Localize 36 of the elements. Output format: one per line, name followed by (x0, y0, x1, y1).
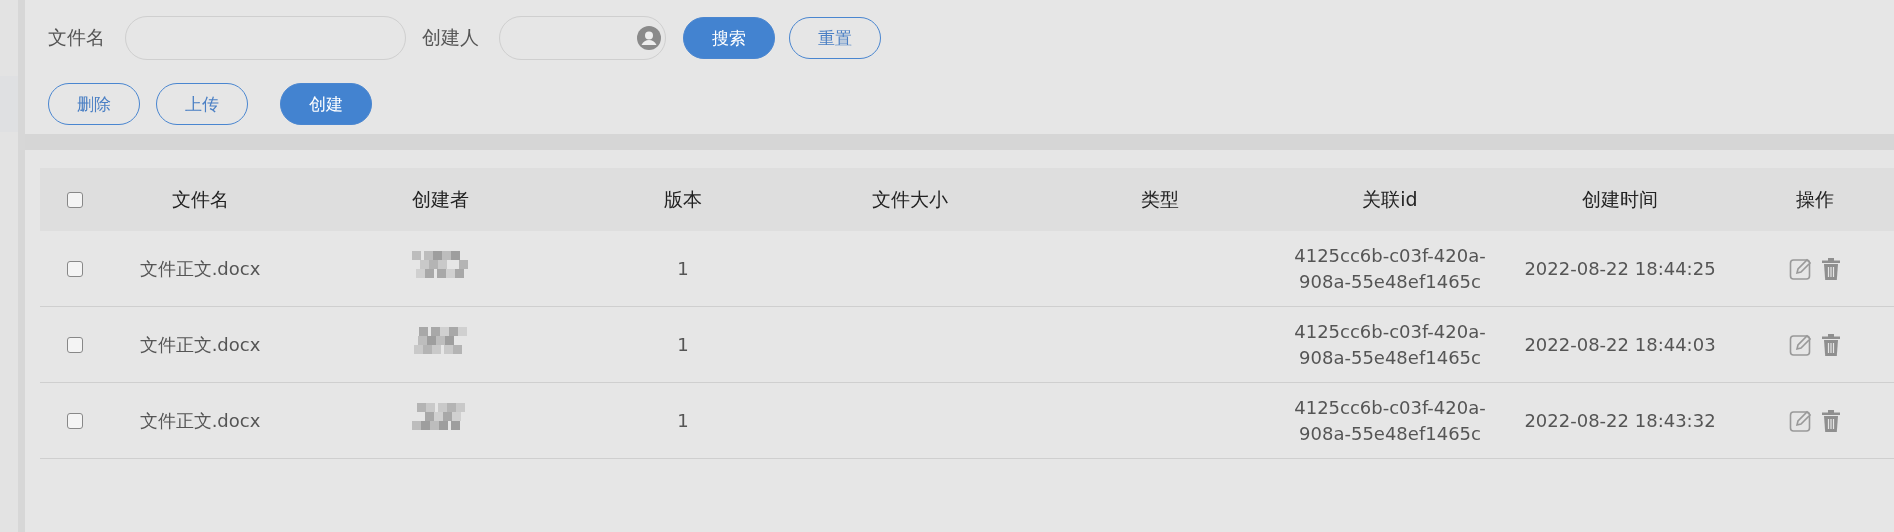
search-button[interactable]: 搜索 (683, 17, 775, 59)
table-cell: 4125cc6b-c03f-420a-908a-55e48ef1465c (1294, 396, 1486, 444)
column-header: 创建者 (411, 187, 469, 210)
table-cell: 文件正文.docx (139, 409, 261, 431)
trash-icon[interactable] (1821, 332, 1841, 357)
select-all-checkbox[interactable] (67, 191, 83, 208)
column-header: 文件名 (171, 187, 229, 210)
row-checkbox[interactable] (67, 336, 83, 353)
column-header: 创建时间 (1582, 187, 1658, 210)
trash-icon[interactable] (1821, 256, 1841, 281)
table-cell: 4125cc6b-c03f-420a-908a-55e48ef1465c (1294, 320, 1486, 368)
table-cell: 2022-08-22 18:44:03 (1524, 333, 1716, 355)
create-button[interactable]: 创建 (280, 83, 372, 125)
edit-icon[interactable] (1789, 332, 1813, 357)
user-icon (637, 26, 661, 50)
column-header: 关联id (1362, 187, 1418, 210)
row-checkbox[interactable] (67, 260, 83, 277)
table-cell: 2022-08-22 18:44:25 (1524, 257, 1716, 279)
column-header: 版本 (664, 187, 702, 210)
filter-label: 创建人 (422, 25, 479, 50)
table-cell: 文件正文.docx (139, 257, 261, 279)
table-cell: 4125cc6b-c03f-420a-908a-55e48ef1465c (1294, 244, 1486, 292)
table-cell: 文件正文.docx (139, 333, 261, 355)
table-cell: 1 (677, 333, 689, 355)
column-header: 类型 (1141, 187, 1179, 210)
filter-label: 文件名 (48, 25, 105, 50)
trash-icon[interactable] (1821, 408, 1841, 433)
column-header: 操作 (1796, 187, 1834, 210)
row-checkbox[interactable] (67, 412, 83, 429)
table-cell: 1 (677, 409, 689, 431)
column-header: 文件大小 (872, 187, 948, 210)
table-cell: 2022-08-22 18:43:32 (1524, 409, 1716, 431)
input-field[interactable] (499, 16, 666, 60)
table-cell: 1 (677, 257, 689, 279)
edit-icon[interactable] (1789, 256, 1813, 281)
edit-icon[interactable] (1789, 408, 1813, 433)
